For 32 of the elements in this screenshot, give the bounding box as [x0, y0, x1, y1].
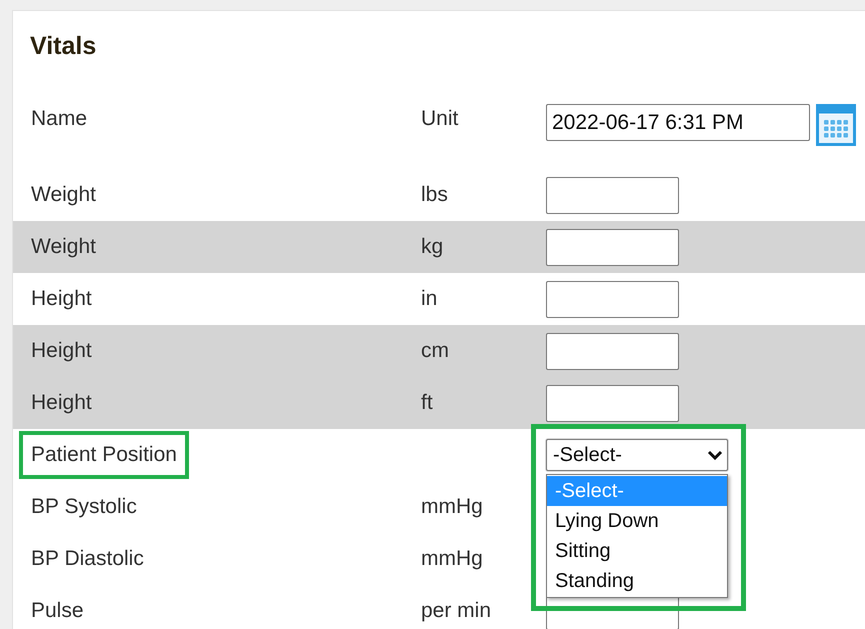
field-label: Height [31, 338, 92, 364]
field-label: BP Systolic [31, 494, 137, 520]
field-label: Weight [31, 182, 96, 208]
dropdown-option[interactable]: Lying Down [547, 506, 727, 536]
unit-label: lbs [421, 183, 448, 206]
column-header: Unit [421, 106, 460, 132]
unit-label: ft [421, 391, 433, 414]
unit-label: mmHg [421, 547, 483, 570]
column-header: Name [31, 106, 88, 132]
dropdown-option[interactable]: Standing [547, 566, 727, 596]
field-label: Patient Position [19, 431, 189, 479]
unit-label: kg [421, 235, 444, 258]
input-field[interactable] [546, 280, 679, 318]
input-field[interactable] [546, 228, 679, 266]
input-field[interactable] [546, 176, 679, 214]
dropdown-option[interactable]: Sitting [547, 536, 727, 566]
unit-label: in [421, 287, 438, 310]
field-label: Pulse [31, 598, 84, 624]
dropdown-select[interactable]: -Select- [546, 439, 728, 471]
section-title: Vitals [30, 31, 98, 61]
field-label: Height [31, 390, 92, 416]
field-label: Height [31, 286, 92, 312]
calendar-icon[interactable] [816, 104, 856, 146]
unit-label: mmHg [421, 495, 483, 518]
unit-label: per min [421, 599, 492, 622]
unit-label: cm [421, 339, 449, 362]
date-time-field[interactable]: 2022-06-17 6:31 PM [546, 104, 810, 141]
field-label: BP Diastolic [31, 546, 144, 572]
input-field[interactable] [546, 332, 679, 370]
chevron-down-icon [707, 449, 723, 461]
input-field[interactable] [546, 384, 679, 422]
field-label: Weight [31, 234, 96, 260]
